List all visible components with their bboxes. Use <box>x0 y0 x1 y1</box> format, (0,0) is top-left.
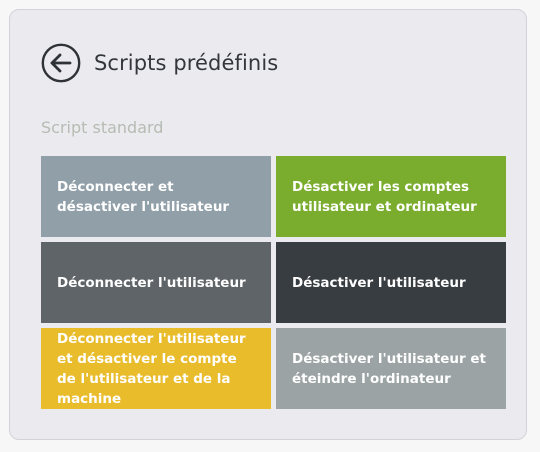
scripts-panel: Scripts prédéfinis Script standard Décon… <box>9 9 527 440</box>
header: Scripts prédéfinis <box>41 43 278 83</box>
back-button[interactable] <box>41 43 81 83</box>
tile-disconnect-and-disable-user-and-machine[interactable]: Déconnecter l'utilisateur et désactiver … <box>41 328 271 409</box>
tile-disable-user-and-computer-accounts[interactable]: Désactiver les comptes utilisateur et or… <box>276 156 506 237</box>
tile-disable-user-and-shutdown-computer[interactable]: Désactiver l'utilisateur et éteindre l'o… <box>276 328 506 409</box>
tile-disable-user[interactable]: Désactiver l'utilisateur <box>276 242 506 323</box>
arrow-left-circle-icon <box>41 43 81 83</box>
script-tiles-grid: Déconnecter et désactiver l'utilisateur … <box>41 156 507 409</box>
tile-disconnect-and-disable-user[interactable]: Déconnecter et désactiver l'utilisateur <box>41 156 271 237</box>
tile-disconnect-user[interactable]: Déconnecter l'utilisateur <box>41 242 271 323</box>
page-title: Scripts prédéfinis <box>94 51 279 75</box>
section-label: Script standard <box>41 118 164 137</box>
